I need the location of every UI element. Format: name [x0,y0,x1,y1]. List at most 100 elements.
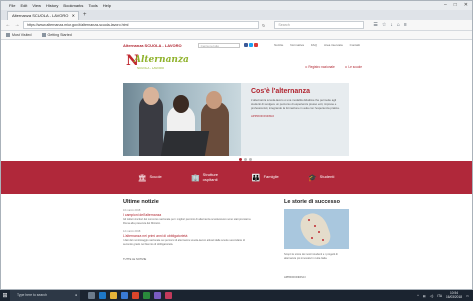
category-label: Studenti [319,174,335,180]
firefox-icon[interactable] [132,292,139,299]
menu-file[interactable]: File [9,1,15,10]
family-icon: 👪 [251,174,261,182]
nav-notizie[interactable]: Notizie [274,43,283,47]
menu-history[interactable]: History [46,1,58,10]
reload-icon[interactable]: ↻ [262,23,265,28]
hero-link[interactable]: APPROFONDISCI [251,114,345,118]
person-head [173,95,189,113]
tray-arrow-icon[interactable]: ^ [417,294,419,298]
category-label: Scuole [149,174,162,180]
menu-view[interactable]: View [32,1,41,10]
stories-body: Scopri le storie dei nostri studenti e i… [284,253,338,260]
news-date: 16 marzo 2018 [123,209,141,212]
overflow-menu-icon[interactable]: ≡ [404,22,407,28]
link-scuole[interactable]: ⊙ Le scuole [345,65,362,69]
close-window-button[interactable]: ✕ [464,1,468,10]
edge-icon[interactable] [99,292,106,299]
facebook-icon[interactable] [243,43,248,47]
app-icon[interactable] [165,292,172,299]
hero-photo [123,83,241,156]
network-icon[interactable]: ▤ [423,294,426,298]
category-scuole[interactable]: 🏛 Scuole [138,174,162,182]
nav-normativa[interactable]: Normativa [290,43,304,47]
reading-list-icon[interactable]: ☰ [373,22,377,28]
task-view-icon[interactable] [88,292,95,299]
bookmark-icon [6,33,10,37]
all-news-link[interactable]: TUTTE LE NOTIZIE [123,258,253,261]
windows-start-icon[interactable]: ⊞ [0,290,10,301]
map-pin-icon [311,237,313,239]
news-body: Gli istituti vincitori del concorso nazi… [123,218,251,225]
person-head [206,91,222,109]
news-date: 12 marzo 2018 [123,230,141,234]
hero-title: Cos'è l'alternanza [251,88,310,95]
bookmark-getting-started[interactable]: Getting Started [41,33,72,37]
star-icon[interactable]: ☆ [382,22,386,28]
web-page: Alternanza SCUOLA - LAVORO Cerca nel sit… [1,40,472,289]
close-tab-icon[interactable]: ✕ [72,12,75,20]
minimize-button[interactable]: – [444,1,447,10]
link-registro[interactable]: ⊙ Registro nazionale [305,65,335,69]
bookmark-icon [41,33,46,37]
clock[interactable]: 10:54 16/03/2018 [446,291,462,299]
taskbar-search-input[interactable]: Type here to search ● [10,290,80,301]
quick-links: ⊙ Registro nazionale ⊙ Le scuole [305,65,362,69]
file-explorer-icon[interactable] [110,292,117,299]
stories-link[interactable]: APPROFONDISCI [284,276,349,279]
tab-strip: Alternanza SCUOLA - LAVORO ✕ + [1,10,472,20]
tab-title: Alternanza SCUOLA - LAVORO [12,13,69,18]
nav-area-riservata[interactable]: Area riservata [324,43,343,47]
forward-icon[interactable]: → [14,22,20,28]
map-pin-icon [322,239,324,241]
home-icon[interactable]: ⌂ [397,22,400,28]
category-studenti[interactable]: 🎓 Studenti [308,174,334,182]
browser-search-input[interactable]: Search [274,21,365,29]
notifications-icon[interactable]: ▭ [466,294,469,298]
italy-map[interactable] [284,209,349,249]
news-item: 12 marzo 2018 L'alternanza nei primi ann… [123,230,253,246]
youtube-icon[interactable] [253,43,258,47]
laptop-shape [160,131,210,156]
nav-faq[interactable]: FAQ [311,43,317,47]
maximize-button[interactable]: □ [454,1,457,10]
category-strutture[interactable]: 🏢 Strutture ospitanti [190,172,223,182]
twitter-icon[interactable] [248,43,253,47]
site-logo[interactable]: N Alternanza SCUOLA - LAVORO [126,53,189,73]
news-title[interactable]: L'alternanza nei primi anni di obbligato… [123,234,253,238]
news-section: Ultime notizie 16 marzo 2018 I campioni … [123,199,253,261]
back-icon[interactable]: ← [5,22,11,28]
microphone-icon[interactable]: ● [75,290,77,301]
map-pin-icon [308,219,310,221]
menu-help[interactable]: Help [103,1,111,10]
category-label: Strutture ospitanti [202,172,219,182]
building-icon: 🏢 [190,174,200,182]
browser-window: File Edit View History Bookmarks Tools H… [0,0,473,290]
bookmark-most-visited[interactable]: Most Visited [6,33,32,37]
store-icon[interactable] [121,292,128,299]
app-icon[interactable] [154,292,161,299]
hero-slider: Cos'è l'alternanza L'alternanza scuola-l… [123,83,349,156]
category-band: 🏛 Scuole 🏢 Strutture ospitanti 👪 Famigli… [1,161,472,194]
hero-text: Cos'è l'alternanza L'alternanza scuola-l… [251,88,345,118]
url-bar[interactable]: https://www.alternanza.miur.gov.it/alter… [23,21,259,29]
logo-word: Alternanza [134,55,189,65]
menu-bookmarks[interactable]: Bookmarks [63,1,83,10]
new-tab-icon[interactable]: + [83,11,87,20]
download-icon[interactable]: ↓ [390,22,393,28]
logo-sub: SCUOLA - LAVORO [137,66,165,70]
map-pin-icon [318,231,320,233]
menu-edit[interactable]: Edit [20,1,27,10]
navigation-bar: ← → https://www.alternanza.miur.gov.it/a… [1,20,472,31]
tab-alternanza[interactable]: Alternanza SCUOLA - LAVORO ✕ [7,11,79,20]
language-indicator[interactable]: ITA [437,294,442,298]
app-icon[interactable] [143,292,150,299]
brand-small[interactable]: Alternanza SCUOLA - LAVORO [123,43,182,48]
news-title[interactable]: I campioni dell'alternanza [123,213,253,217]
category-famiglie[interactable]: 👪 Famiglie [252,174,279,182]
map-pin-icon [314,225,316,227]
taskbar: ⊞ Type here to search ● ^ ▤ ◁) ITA 10:54… [0,290,473,301]
menu-tools[interactable]: Tools [88,1,97,10]
nav-contatti[interactable]: Contatti [350,43,360,47]
site-search-input[interactable]: Cerca nel sito [197,42,240,48]
volume-icon[interactable]: ◁) [430,294,434,298]
